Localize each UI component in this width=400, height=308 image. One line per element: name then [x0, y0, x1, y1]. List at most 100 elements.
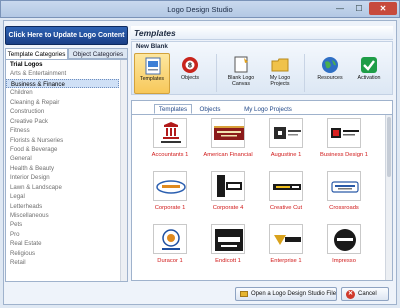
tab-template-categories[interactable]: Template Categories — [5, 48, 68, 59]
template-tile[interactable]: Creative Cut — [256, 171, 316, 219]
tab-object-categories[interactable]: Object Categories — [68, 48, 128, 59]
template-name: Augustine 1 — [270, 152, 302, 158]
blank-canvas-icon — [234, 56, 248, 73]
ribbon-button-label: Templates — [139, 76, 165, 82]
template-thumbnail — [211, 118, 245, 148]
objects-icon: 8 — [182, 57, 198, 73]
category-item[interactable]: General — [6, 154, 127, 163]
template-thumbnail — [269, 171, 303, 201]
template-tile[interactable]: Business Design 1 — [314, 118, 374, 166]
template-name: Business Design 1 — [319, 152, 368, 158]
template-thumbnail — [153, 171, 187, 201]
template-tile[interactable]: Duracor 1 — [140, 224, 200, 272]
category-item[interactable]: Retail — [6, 258, 127, 267]
template-thumbnail — [327, 118, 361, 148]
category-item[interactable]: Business & Finance — [6, 78, 119, 89]
category-item[interactable]: Children — [6, 88, 127, 97]
template-name: Accountants 1 — [151, 152, 189, 158]
category-item[interactable]: Legal — [6, 192, 127, 201]
ribbon-templates-button[interactable]: Templates — [134, 53, 170, 94]
left-tab-strip: Template Categories Object Categories — [5, 48, 128, 59]
category-item[interactable]: Pro — [6, 230, 127, 239]
template-tile[interactable]: Crossroads — [314, 171, 374, 219]
category-item[interactable]: Religious — [6, 249, 127, 258]
category-item[interactable]: Pets — [6, 220, 127, 229]
template-name: Creative Cut — [269, 205, 303, 211]
template-tile[interactable]: Accountants 1 — [140, 118, 200, 166]
template-name: Impresso — [332, 258, 356, 264]
ribbon-button-label: Blank Logo Canvas — [227, 75, 255, 88]
ribbon-objects-button[interactable]: 8 Objects — [172, 53, 208, 94]
template-tile[interactable]: Augustine 1 — [256, 118, 316, 166]
template-tile[interactable]: American Financial — [198, 118, 258, 166]
category-item[interactable]: Food & Beverage — [6, 145, 127, 154]
template-gallery: Templates Objects My Logo Projects Accou… — [131, 100, 393, 281]
ribbon-my-logo-projects-button[interactable]: My Logo Projects — [262, 53, 298, 94]
checkmark-icon — [361, 57, 377, 73]
template-thumbnail — [327, 224, 361, 254]
ribbon-button-label: Objects — [181, 75, 199, 81]
ribbon-separator — [216, 54, 217, 92]
scrollbar-thumb[interactable] — [387, 117, 391, 177]
template-name: Duracor 1 — [157, 258, 183, 264]
close-window-button[interactable]: ✕ — [369, 2, 397, 15]
tab-objects[interactable]: Objects — [196, 104, 224, 114]
template-name: Enterprise 1 — [270, 258, 302, 264]
globe-icon — [322, 57, 338, 73]
template-tile[interactable]: Corporate 1 — [140, 171, 200, 219]
template-name: Corporate 1 — [154, 205, 186, 211]
open-file-button[interactable]: Open a Logo Design Studio File — [235, 287, 337, 301]
tab-my-logo-projects[interactable]: My Logo Projects — [234, 104, 302, 114]
template-thumbnail — [269, 118, 303, 148]
ribbon-separator — [304, 54, 305, 92]
cancel-icon: ✕ — [346, 290, 355, 299]
template-name: American Financial — [203, 152, 253, 158]
category-item[interactable]: Cleaning & Repair — [6, 98, 127, 107]
svg-text:8: 8 — [188, 63, 192, 70]
category-item[interactable]: Letterheads — [6, 202, 127, 211]
ribbon-button-label: Activation — [357, 75, 381, 81]
dialog-button-bar: Open a Logo Design Studio File ✕ Cancel — [131, 286, 393, 303]
cancel-button[interactable]: ✕ Cancel — [341, 287, 389, 301]
template-tile[interactable]: Endicott 1 — [198, 224, 258, 272]
template-tile[interactable]: Corporate 4 — [198, 171, 258, 219]
templates-header-title: Templates — [134, 28, 176, 38]
ribbon-blank-canvas-button[interactable]: Blank Logo Canvas — [223, 53, 259, 94]
templates-icon — [145, 57, 161, 75]
folder-open-icon — [240, 291, 248, 297]
category-list: Trial Logos Arts & Entertainment Busines… — [5, 59, 128, 282]
category-item[interactable]: Miscellaneous — [6, 211, 127, 220]
minimize-button[interactable]: — — [331, 2, 349, 15]
template-name: Endicott 1 — [215, 258, 241, 264]
category-item[interactable]: Lawn & Landscape — [6, 183, 127, 192]
template-thumbnail — [211, 224, 245, 254]
category-item[interactable]: Trial Logos — [6, 60, 127, 69]
ribbon-resources-button[interactable]: Resources — [312, 53, 348, 94]
tab-divider — [132, 114, 392, 115]
category-scrollbar[interactable] — [120, 60, 127, 281]
cancel-label: Cancel — [358, 291, 377, 297]
template-thumbnail — [211, 171, 245, 201]
window-title-bar: Logo Design Studio — ☐ ✕ — [0, 0, 400, 18]
category-item[interactable]: Florists & Nurseries — [6, 136, 127, 145]
ribbon-button-label: My Logo Projects — [269, 75, 291, 88]
category-item[interactable]: Arts & Entertainment — [6, 69, 127, 78]
category-item[interactable]: Fitness — [6, 126, 127, 135]
ribbon-toolbar: New Blank Templates 8 Objects Blank Logo… — [131, 41, 393, 95]
gallery-scrollbar[interactable] — [385, 115, 392, 280]
template-thumbnail — [153, 224, 187, 254]
folder-icon — [271, 58, 289, 72]
category-item[interactable]: Health & Beauty — [6, 164, 127, 173]
template-tile[interactable]: Enterprise 1 — [256, 224, 316, 272]
category-item[interactable]: Interior Design — [6, 173, 127, 182]
ribbon-group-label: New Blank — [136, 43, 168, 50]
update-logo-content-button[interactable]: Click Here to Update Logo Content — [5, 26, 128, 45]
tab-templates[interactable]: Templates — [154, 104, 192, 114]
ribbon-activation-button[interactable]: Activation — [351, 53, 387, 94]
open-file-label: Open a Logo Design Studio File — [251, 291, 337, 297]
template-tile[interactable]: Impresso — [314, 224, 374, 272]
category-item[interactable]: Creative Pack — [6, 117, 127, 126]
category-item[interactable]: Construction — [6, 107, 127, 116]
category-item[interactable]: Real Estate — [6, 239, 127, 248]
maximize-button[interactable]: ☐ — [350, 2, 368, 15]
